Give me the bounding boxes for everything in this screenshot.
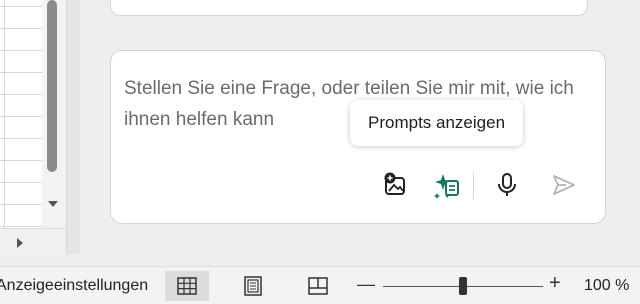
zoom-slider-thumb[interactable]	[459, 277, 467, 295]
page-break-preview-button[interactable]	[296, 271, 340, 301]
add-image-icon[interactable]	[379, 169, 411, 201]
scrollbar-thumb[interactable]	[47, 0, 57, 172]
horizontal-scrollbar[interactable]	[0, 228, 66, 254]
chat-toolbar	[111, 169, 605, 209]
microphone-icon[interactable]	[491, 169, 523, 201]
pane-splitter[interactable]	[66, 0, 80, 254]
page-layout-view-icon	[244, 276, 262, 296]
prompts-icon[interactable]	[431, 169, 463, 201]
previous-message-card	[110, 0, 588, 16]
toolbar-divider	[473, 173, 474, 199]
zoom-level[interactable]: 100 %	[584, 277, 629, 295]
normal-view-icon	[177, 277, 197, 295]
display-settings-link[interactable]: Anzeigeeinstellungen	[0, 277, 148, 295]
page-layout-view-button[interactable]	[231, 271, 275, 301]
send-icon[interactable]	[548, 169, 580, 201]
status-bar: Anzeigeeinstellungen — + 100 %	[0, 266, 640, 304]
scroll-right-arrow-icon[interactable]	[12, 235, 28, 251]
spreadsheet-grid[interactable]	[0, 0, 42, 228]
page-break-preview-icon	[308, 277, 328, 295]
zoom-out-button[interactable]: —	[357, 274, 375, 295]
scroll-down-arrow-icon[interactable]	[45, 196, 61, 212]
vertical-scrollbar[interactable]	[42, 0, 66, 228]
prompts-tooltip: Prompts anzeigen	[350, 100, 524, 146]
zoom-in-button[interactable]: +	[549, 272, 561, 295]
normal-view-button[interactable]	[165, 271, 209, 301]
